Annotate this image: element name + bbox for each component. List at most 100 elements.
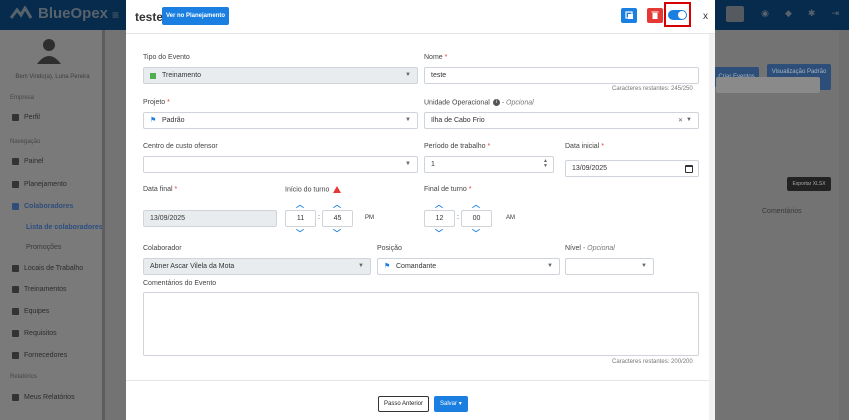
inicio-minute-input[interactable]: 45: [322, 210, 353, 227]
clear-icon[interactable]: ✕: [678, 117, 683, 124]
warning-icon: [333, 186, 342, 193]
printer-icon: [12, 394, 19, 401]
final-minute-up-icon[interactable]: ︿: [472, 199, 480, 210]
training-icon: [12, 286, 19, 293]
sidebar-item-perfil[interactable]: Perfil: [12, 114, 40, 121]
chevron-down-icon: ▼: [547, 263, 553, 269]
inicio-hour-input[interactable]: 11: [285, 210, 316, 227]
final-minute-down-icon[interactable]: ﹀: [472, 228, 480, 239]
nome-input[interactable]: teste: [424, 67, 699, 84]
footer-divider: [126, 380, 715, 381]
sidebar-item-promocoes[interactable]: Promoções: [26, 244, 61, 251]
sidebar: Bem Vindo(a), Luna Pereira Empresa Perfi…: [0, 30, 105, 420]
sidebar-item-fornecedores[interactable]: Fornecedores: [12, 352, 67, 359]
welcome-text: Bem Vindo(a), Luna Pereira: [15, 74, 90, 80]
calendar-icon[interactable]: [685, 165, 693, 173]
data-inicial-input[interactable]: 13/09/2025: [565, 160, 699, 177]
nivel-label: Nível - Opcional: [565, 245, 615, 252]
dashboard-icon: [12, 158, 19, 165]
chevron-down-icon: ▼: [686, 117, 692, 123]
badge-icon: ⚑: [384, 263, 391, 270]
inicio-period[interactable]: PM: [365, 215, 374, 221]
users-icon: [12, 203, 19, 210]
ver-planejamento-button[interactable]: Ver no Planejamento: [162, 7, 230, 25]
inicio-minute-up-icon[interactable]: ︿: [333, 199, 341, 210]
data-final-label: Data final *: [143, 186, 178, 193]
section-empresa: Empresa: [10, 95, 35, 101]
unidade-select[interactable]: Ilha de Cabo Frio ✕ ▼: [424, 112, 699, 129]
chevron-down-icon: ▼: [358, 263, 364, 269]
tipo-evento-label: Tipo do Evento: [143, 54, 190, 61]
final-hour-down-icon[interactable]: ﹀: [435, 228, 443, 239]
active-toggle-highlight: [664, 2, 691, 27]
projeto-select[interactable]: ⚑ Padrão ▼: [143, 112, 418, 129]
checklist-icon: [12, 330, 19, 337]
final-turno-label: Final de turno *: [424, 186, 472, 193]
inicio-minute-down-icon[interactable]: ﹀: [333, 228, 341, 239]
active-toggle[interactable]: [668, 10, 687, 20]
building-icon: [12, 265, 19, 272]
chevron-down-icon: ▼: [405, 161, 411, 167]
posicao-label: Posição: [377, 245, 402, 252]
sidebar-item-equipes[interactable]: Equipes: [12, 308, 49, 315]
sidebar-item-lista-colaboradores[interactable]: Lista de colaboradores: [26, 224, 103, 231]
truck-icon: [12, 352, 19, 359]
centro-custo-select[interactable]: ▼: [143, 156, 418, 173]
copy-icon: [625, 11, 633, 19]
periodo-input[interactable]: 1 ▲ ▼: [424, 156, 554, 173]
final-hour-input[interactable]: 12: [424, 210, 455, 227]
chevron-down-icon: ▼: [405, 72, 411, 78]
projeto-label: Projeto *: [143, 99, 170, 106]
info-icon[interactable]: i: [492, 99, 500, 106]
posicao-select[interactable]: ⚑ Comandante ▼: [377, 258, 560, 275]
modal-scrollbar[interactable]: [709, 34, 715, 420]
spinner-icon[interactable]: ▲ ▼: [543, 159, 548, 169]
final-period[interactable]: AM: [506, 215, 515, 221]
salvar-button[interactable]: Salvar ▾: [434, 396, 468, 412]
nivel-select[interactable]: ▼: [565, 258, 654, 275]
data-final-input: 13/09/2025: [143, 210, 277, 227]
final-minute-input[interactable]: 00: [461, 210, 492, 227]
calendar-icon: [12, 181, 19, 188]
data-inicial-label: Data inicial *: [565, 143, 604, 150]
bg-select[interactable]: [716, 77, 820, 93]
sidebar-item-colaboradores[interactable]: Colaboradores: [12, 203, 73, 210]
unidade-label: Unidade Operacional i - Opcional: [424, 99, 534, 107]
colaborador-select: Abner Ascar Vilela da Mota ▼: [143, 258, 371, 275]
modal-header: teste Ver no Planejamento x: [126, 0, 715, 34]
inicio-hour-up-icon[interactable]: ︿: [296, 199, 304, 210]
comentarios-char-count: Caracteres restantes: 200/200: [612, 359, 693, 365]
comentarios-label: Comentários do Evento: [143, 280, 217, 287]
inicio-turno-label: Início do turno: [285, 186, 342, 193]
briefcase-icon: [12, 114, 19, 121]
trash-icon: [651, 11, 659, 19]
sidebar-item-painel[interactable]: Painel: [12, 158, 43, 165]
modal-title: teste: [135, 10, 164, 24]
export-xlsx-button[interactable]: Exportar XLSX: [787, 177, 831, 191]
badge-icon: ⚑: [150, 117, 157, 124]
col-comentarios: Comentários: [762, 208, 802, 215]
avatar-icon: [37, 39, 61, 64]
toggle-knob: [678, 11, 686, 19]
chevron-down-icon: ▼: [405, 117, 411, 123]
passo-anterior-button[interactable]: Passo Anterior: [378, 396, 430, 412]
colaborador-label: Colaborador: [143, 245, 182, 252]
nome-char-count: Caracteres restantes: 245/250: [612, 86, 693, 92]
sidebar-item-locais[interactable]: Locais de Trabalho: [12, 265, 83, 272]
periodo-label: Período de trabalho *: [424, 143, 491, 150]
final-hour-up-icon[interactable]: ︿: [435, 199, 443, 210]
sidebar-item-planejamento[interactable]: Planejamento: [12, 181, 67, 188]
sidebar-item-treinamentos[interactable]: Treinamentos: [12, 286, 67, 293]
inicio-hour-down-icon[interactable]: ﹀: [296, 228, 304, 239]
centro-custo-label: Centro de custo ofensor: [143, 143, 218, 150]
team-icon: [12, 308, 19, 315]
sidebar-item-meus-relatorios[interactable]: Meus Relatórios: [12, 394, 75, 401]
tipo-evento-select[interactable]: Treinamento ▼: [143, 67, 418, 84]
close-button[interactable]: x: [703, 11, 708, 22]
comentarios-textarea[interactable]: [143, 292, 699, 356]
delete-button[interactable]: [647, 8, 663, 23]
page-scrollbar[interactable]: [839, 30, 849, 420]
sidebar-item-requisitos[interactable]: Requisitos: [12, 330, 57, 337]
copy-button[interactable]: [621, 8, 637, 23]
section-relatorios: Relatórios: [10, 374, 38, 380]
